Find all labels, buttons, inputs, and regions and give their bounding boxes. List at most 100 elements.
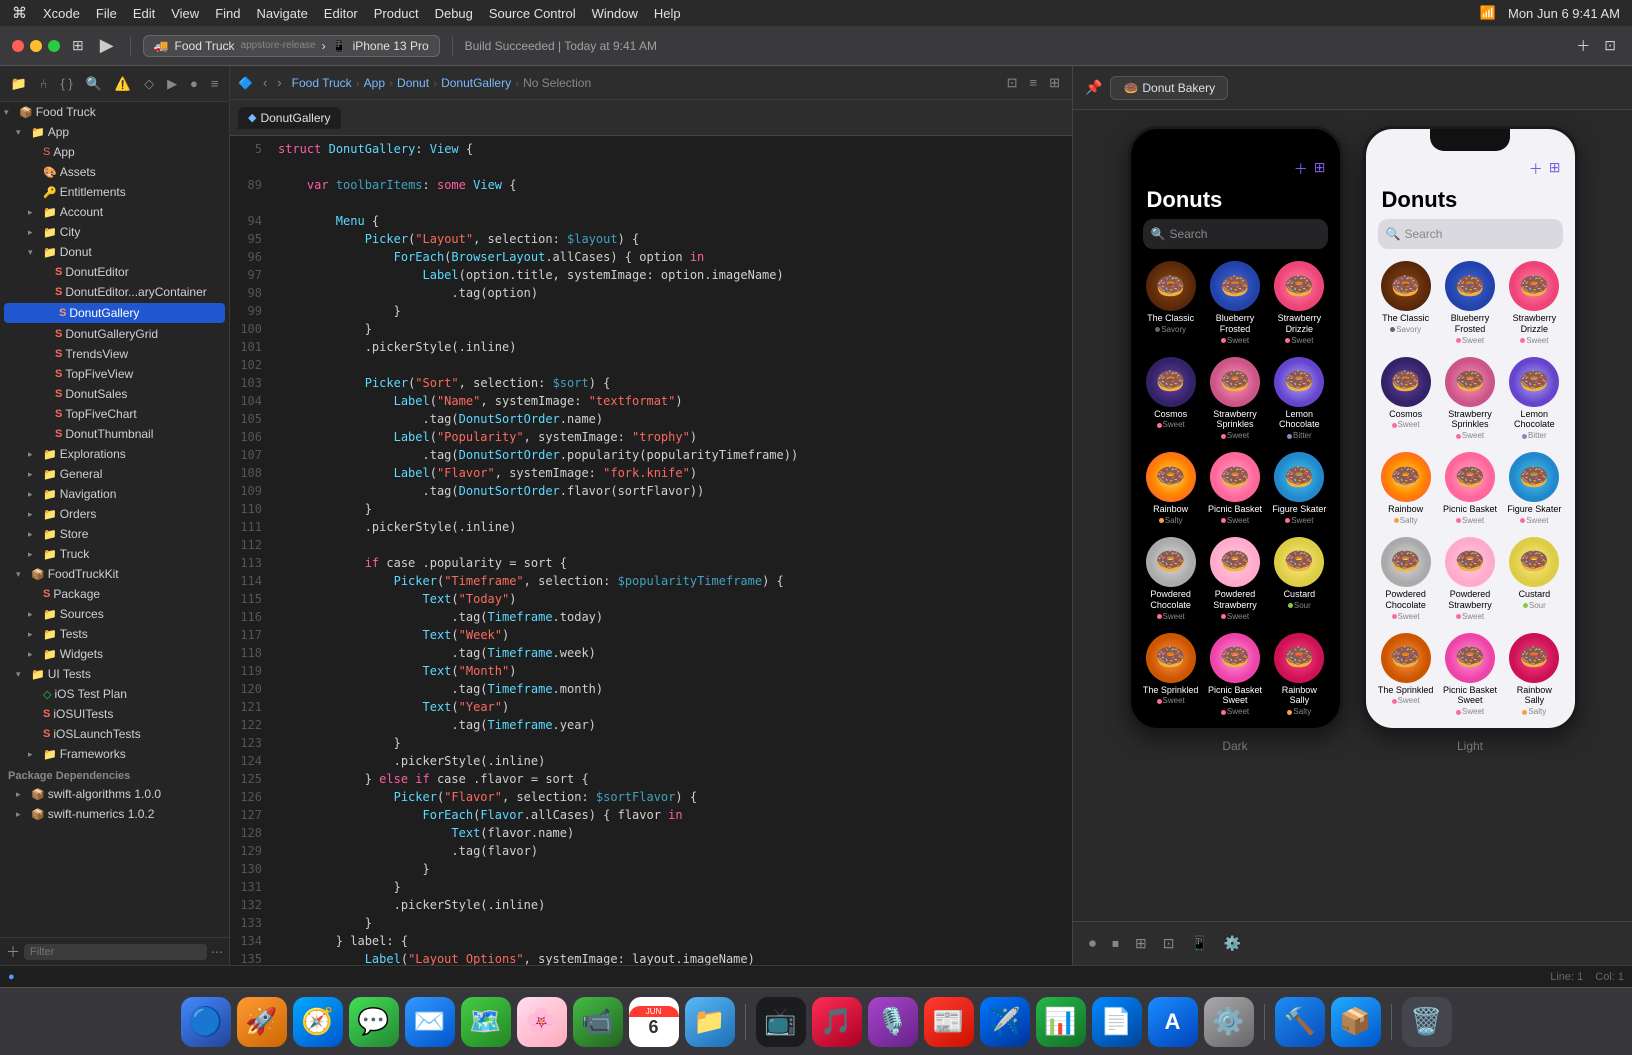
donut-bakery-button[interactable]: 🍩 Donut Bakery	[1110, 76, 1228, 100]
menu-find[interactable]: Find	[215, 6, 240, 21]
code-editor[interactable]: 5 89 94 95 96 97 98 99 100 101 102 103	[230, 136, 1072, 965]
dock-pages[interactable]: 📄	[1092, 997, 1142, 1047]
minimap-btn[interactable]: ⊞	[1045, 73, 1064, 93]
menu-source-control[interactable]: Source Control	[489, 6, 576, 21]
forward-btn[interactable]: ›	[273, 73, 285, 92]
sidebar-item-donut-editor[interactable]: ▾ S DonutEditor	[0, 262, 229, 282]
split-editor-btn[interactable]: ⊡	[1003, 73, 1022, 93]
dock-podcasts[interactable]: 🎙️	[868, 997, 918, 1047]
sidebar-item-frameworks[interactable]: ▸ 📁 Frameworks	[0, 744, 229, 764]
menu-editor[interactable]: Editor	[324, 6, 358, 21]
sidebar-item-foodtruck[interactable]: ▾ 📦 Food Truck	[0, 102, 229, 122]
sidebar-item-general[interactable]: ▸ 📁 General	[0, 464, 229, 484]
debug-navigator-btn[interactable]: ▶	[161, 72, 183, 96]
preview-phone-btn[interactable]: 📱	[1186, 931, 1211, 956]
sidebar-item-ios-ui-tests[interactable]: ▾ S iOSUITests	[0, 704, 229, 724]
dock-safari[interactable]: 🧭	[293, 997, 343, 1047]
sidebar-item-topfive[interactable]: ▾ S TopFiveView	[0, 364, 229, 384]
sidebar-item-donut-gallery[interactable]: ▾ S DonutGallery	[4, 303, 225, 323]
sidebar-item-app[interactable]: ▾ S App	[0, 142, 229, 162]
sidebar-item-sources[interactable]: ▸ 📁 Sources	[0, 604, 229, 624]
sidebar-item-foodtruckkit[interactable]: ▾ 📦 FoodTruckKit	[0, 564, 229, 584]
sidebar-item-donut-thumbnail[interactable]: ▾ S DonutThumbnail	[0, 424, 229, 444]
preview-record-btn[interactable]: ⏺	[1085, 931, 1100, 956]
dock-maps[interactable]: 🗺️	[461, 997, 511, 1047]
breadcrumb-donut[interactable]: Donut	[397, 76, 429, 90]
preview-layout-btn[interactable]: ⊡	[1159, 931, 1179, 956]
dock-files[interactable]: 📁	[685, 997, 735, 1047]
sidebar-item-swift-algorithms[interactable]: ▸ 📦 swift-algorithms 1.0.0	[0, 784, 229, 804]
sidebar-item-donut-editor-container[interactable]: ▾ S DonutEditor...aryContainer	[0, 282, 229, 302]
search-bar-light[interactable]: 🔍 Search	[1378, 219, 1563, 249]
source-control-btn[interactable]: ⑃	[34, 72, 54, 95]
sidebar-item-store[interactable]: ▸ 📁 Store	[0, 524, 229, 544]
filter-input[interactable]	[24, 944, 207, 960]
pin-button[interactable]: 📌	[1085, 79, 1102, 96]
filter-options-icon[interactable]: ⋯	[211, 945, 223, 959]
search-bar-dark[interactable]: 🔍 Search	[1143, 219, 1328, 249]
dock-news[interactable]: 📰	[924, 997, 974, 1047]
sidebar-item-ios-launch-tests[interactable]: ▾ S iOSLaunchTests	[0, 724, 229, 744]
symbol-navigator-btn[interactable]: { }	[54, 72, 78, 95]
tab-donut-gallery[interactable]: ◆ DonutGallery	[238, 107, 341, 129]
menu-product[interactable]: Product	[374, 6, 419, 21]
close-button[interactable]	[12, 40, 24, 52]
sidebar-item-donut-folder[interactable]: ▾ 📁 Donut	[0, 242, 229, 262]
menu-navigate[interactable]: Navigate	[256, 6, 307, 21]
menu-xcode[interactable]: Xcode	[43, 6, 80, 21]
find-navigator-btn[interactable]: 🔍	[80, 72, 108, 96]
report-btn[interactable]: ≡	[205, 72, 225, 95]
menu-edit[interactable]: Edit	[133, 6, 155, 21]
dock-numbers[interactable]: 📊	[1036, 997, 1086, 1047]
dock-testflight[interactable]: ✈️	[980, 997, 1030, 1047]
sidebar-item-entitlements[interactable]: ▾ 🔑 Entitlements	[0, 182, 229, 202]
sidebar-item-assets[interactable]: ▾ 🎨 Assets	[0, 162, 229, 182]
test-navigator-btn[interactable]: ◇	[138, 72, 160, 96]
sidebar-item-orders[interactable]: ▸ 📁 Orders	[0, 504, 229, 524]
dock-calendar[interactable]: JUN 6	[629, 997, 679, 1047]
dock-mail[interactable]: ✉️	[405, 997, 455, 1047]
preview-grid-btn[interactable]: ⊞	[1131, 931, 1151, 956]
dock-transporter[interactable]: 📦	[1331, 997, 1381, 1047]
scheme-button[interactable]: 🚚 Food Truck appstore-release › 📱 iPhone…	[143, 35, 440, 57]
apple-menu[interactable]: ⌘	[12, 4, 27, 22]
breakpoint-btn[interactable]: ●	[184, 72, 204, 95]
preview-stop-btn[interactable]: ⏹	[1108, 931, 1123, 956]
menu-debug[interactable]: Debug	[435, 6, 473, 21]
dock-appstore[interactable]: A	[1148, 997, 1198, 1047]
menu-file[interactable]: File	[96, 6, 117, 21]
sidebar-item-trends[interactable]: ▾ S TrendsView	[0, 344, 229, 364]
sidebar-item-topfive-chart[interactable]: ▾ S TopFiveChart	[0, 404, 229, 424]
sidebar-item-app-group[interactable]: ▾ 📁 App	[0, 122, 229, 142]
sidebar-item-ui-tests[interactable]: ▾ 📁 UI Tests	[0, 664, 229, 684]
file-navigator-btn[interactable]: 📁	[4, 72, 32, 96]
sidebar-item-navigation[interactable]: ▸ 📁 Navigation	[0, 484, 229, 504]
sidebar-item-donut-sales[interactable]: ▾ S DonutSales	[0, 384, 229, 404]
dock-finder[interactable]: 🔵	[181, 997, 231, 1047]
add-button[interactable]: ＋	[1572, 34, 1594, 58]
run-button[interactable]: ▶	[96, 33, 118, 58]
add-icon-dark[interactable]: ＋	[1294, 159, 1308, 179]
sidebar-item-tests[interactable]: ▸ 📁 Tests	[0, 624, 229, 644]
code-content[interactable]: struct DonutGallery: View { var toolbarI…	[270, 136, 1072, 965]
breadcrumb-food-truck[interactable]: Food Truck	[292, 76, 352, 90]
sidebar-item-city[interactable]: ▸ 📁 City	[0, 222, 229, 242]
dock-systemprefs[interactable]: ⚙️	[1204, 997, 1254, 1047]
preview-settings-btn[interactable]: ⚙️	[1220, 931, 1245, 956]
sidebar-item-swift-numerics[interactable]: ▸ 📦 swift-numerics 1.0.2	[0, 804, 229, 824]
menu-window[interactable]: Window	[592, 6, 638, 21]
authors-btn[interactable]: ≡	[1026, 73, 1042, 93]
sidebar-item-explorations[interactable]: ▸ 📁 Explorations	[0, 444, 229, 464]
grid-icon-light[interactable]: ⊞	[1549, 159, 1561, 179]
back-btn[interactable]: ‹	[259, 73, 271, 92]
dock-trash[interactable]: 🗑️	[1402, 997, 1452, 1047]
grid-icon-dark[interactable]: ⊞	[1314, 159, 1326, 179]
dock-messages[interactable]: 💬	[349, 997, 399, 1047]
dock-facetime[interactable]: 📹	[573, 997, 623, 1047]
dock-launchpad[interactable]: 🚀	[237, 997, 287, 1047]
menu-help[interactable]: Help	[654, 6, 681, 21]
breadcrumb-donut-gallery[interactable]: DonutGallery	[441, 76, 511, 90]
sidebar-item-donut-gallery-grid[interactable]: ▾ S DonutGalleryGrid	[0, 324, 229, 344]
plus-filter-icon[interactable]: ＋	[6, 942, 20, 962]
menu-view[interactable]: View	[171, 6, 199, 21]
